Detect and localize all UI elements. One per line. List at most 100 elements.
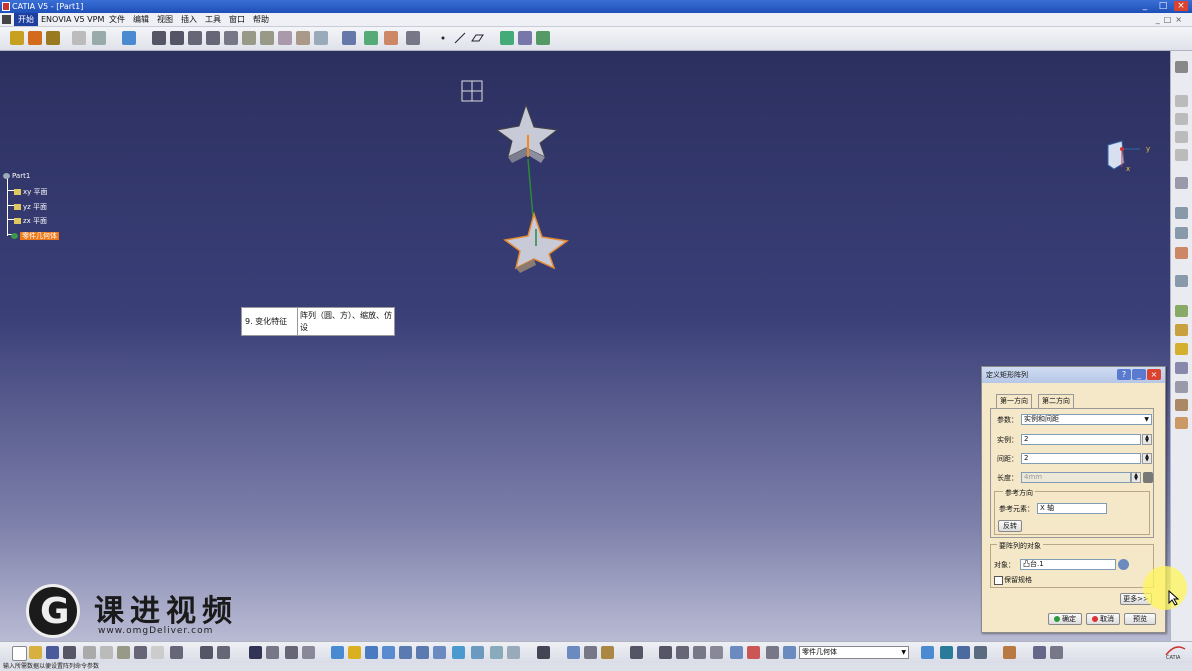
rotate-icon[interactable]: [382, 646, 395, 659]
new-file-icon[interactable]: [12, 646, 27, 661]
toolbar-icon[interactable]: [1175, 131, 1188, 143]
layer-icon[interactable]: [730, 646, 743, 659]
pattern-icon[interactable]: [384, 31, 398, 45]
part-design-icon[interactable]: [285, 646, 298, 659]
tools-icon[interactable]: [92, 31, 106, 45]
chamfer-icon[interactable]: [296, 31, 310, 45]
body-select-icon[interactable]: [783, 646, 796, 659]
toolbar-icon[interactable]: [1175, 149, 1188, 161]
axis-icon[interactable]: [693, 646, 706, 659]
3d-view-icon[interactable]: [940, 646, 953, 659]
keep-spec-checkbox[interactable]: [994, 576, 1003, 585]
object-select-icon[interactable]: [1118, 559, 1129, 570]
material-icon[interactable]: [1003, 646, 1016, 659]
list-icon[interactable]: [766, 646, 779, 659]
object-input[interactable]: 凸台.1: [1020, 559, 1116, 570]
tool-icon[interactable]: [537, 646, 550, 659]
plane-icon[interactable]: [470, 31, 484, 45]
formula-icon[interactable]: [1143, 472, 1153, 483]
analysis-icon[interactable]: [1033, 646, 1046, 659]
toolbar-icon[interactable]: [1175, 362, 1188, 374]
length-input[interactable]: 4mm: [1021, 472, 1131, 483]
preview-button[interactable]: 预览: [1124, 613, 1156, 625]
maximize-button[interactable]: □: [1156, 1, 1170, 11]
mdi-controls[interactable]: _□×: [1156, 13, 1186, 26]
tree-item-yz-plane[interactable]: yz 平面: [14, 202, 47, 212]
menu-view[interactable]: 视图: [157, 13, 173, 26]
length-spinner[interactable]: ▲ ▼: [1131, 472, 1141, 483]
menu-insert[interactable]: 插入: [181, 13, 197, 26]
hole-icon[interactable]: [224, 31, 238, 45]
sketcher-icon[interactable]: [10, 31, 24, 45]
hide-show-icon[interactable]: [490, 646, 503, 659]
shaft-icon[interactable]: [188, 31, 202, 45]
line-icon[interactable]: [453, 31, 467, 45]
instances-input[interactable]: 2: [1021, 434, 1141, 445]
apply-material-icon[interactable]: [536, 31, 550, 45]
pan-icon[interactable]: [365, 646, 378, 659]
tree-item-zx-plane[interactable]: zx 平面: [14, 216, 47, 226]
redo-icon[interactable]: [151, 646, 164, 659]
close-button[interactable]: ×: [1174, 1, 1188, 11]
toolbar-icon[interactable]: [1175, 343, 1188, 355]
rib-icon[interactable]: [242, 31, 256, 45]
toolbar-icon[interactable]: [1175, 381, 1188, 393]
boolean-icon[interactable]: [342, 31, 356, 45]
surface-icon[interactable]: [974, 646, 987, 659]
tab-second-direction[interactable]: 第二方向: [1038, 394, 1074, 408]
object-icon[interactable]: [601, 646, 614, 659]
help-button[interactable]: ?: [1117, 369, 1131, 380]
spacing-spinner[interactable]: ▲ ▼: [1142, 453, 1152, 464]
camera-icon[interactable]: [630, 646, 643, 659]
menu-tools[interactable]: 工具: [205, 13, 221, 26]
params-select[interactable]: 实例和间距 ▼: [1021, 414, 1152, 425]
toolbar-icon[interactable]: [1175, 207, 1188, 219]
menu-start[interactable]: 开始: [14, 13, 38, 26]
measure-icon[interactable]: [500, 31, 514, 45]
toolbar-icon[interactable]: [1175, 95, 1188, 107]
select-icon[interactable]: [72, 31, 86, 45]
cancel-button[interactable]: 取消: [1086, 613, 1120, 625]
tree-icon[interactable]: [266, 646, 279, 659]
paste-icon[interactable]: [117, 646, 130, 659]
swap-space-icon[interactable]: [507, 646, 520, 659]
fillet-icon[interactable]: [278, 31, 292, 45]
measure-icon[interactable]: [710, 646, 723, 659]
isometric-view-icon[interactable]: [452, 646, 465, 659]
slot-icon[interactable]: [260, 31, 274, 45]
constraint-icon[interactable]: [406, 31, 420, 45]
menu-window[interactable]: 窗口: [229, 13, 245, 26]
knowledge-icon[interactable]: [659, 646, 672, 659]
open-icon[interactable]: [29, 646, 42, 659]
tab-first-direction[interactable]: 第一方向: [996, 394, 1032, 408]
menu-file[interactable]: 文件: [109, 13, 125, 26]
zoom-in-icon[interactable]: [399, 646, 412, 659]
workbench-icon[interactable]: [46, 31, 60, 45]
toolbar-icon[interactable]: [1175, 227, 1188, 239]
tree-root[interactable]: Part1: [3, 172, 30, 180]
toolbar-icon[interactable]: [1175, 399, 1188, 411]
compass-widget[interactable]: y x: [1100, 137, 1160, 179]
instances-spinner[interactable]: ▲ ▼: [1142, 434, 1152, 445]
draft-analysis-icon[interactable]: [1050, 646, 1063, 659]
menu-help[interactable]: 帮助: [253, 13, 269, 26]
analysis-icon[interactable]: [518, 31, 532, 45]
save-icon[interactable]: [46, 646, 59, 659]
copy-icon[interactable]: [100, 646, 113, 659]
shading-icon[interactable]: [471, 646, 484, 659]
ok-button[interactable]: 确定: [1048, 613, 1082, 625]
table-icon[interactable]: [249, 646, 262, 659]
gear-icon[interactable]: [1175, 61, 1188, 73]
surface-icon[interactable]: [122, 31, 136, 45]
cut-icon[interactable]: [83, 646, 96, 659]
body-combo[interactable]: 零件几何体 ▼: [799, 646, 909, 659]
menu-edit[interactable]: 编辑: [133, 13, 149, 26]
toolbar-icon[interactable]: [1175, 275, 1188, 287]
reverse-button[interactable]: 反转: [998, 520, 1022, 532]
point-icon[interactable]: [436, 31, 450, 45]
toolbar-icon[interactable]: [1175, 113, 1188, 125]
toolbar-icon[interactable]: [1175, 324, 1188, 336]
dialog-close-button[interactable]: ×: [1147, 369, 1161, 380]
pocket-icon[interactable]: [170, 31, 184, 45]
toolbar-icon[interactable]: [1175, 247, 1188, 259]
